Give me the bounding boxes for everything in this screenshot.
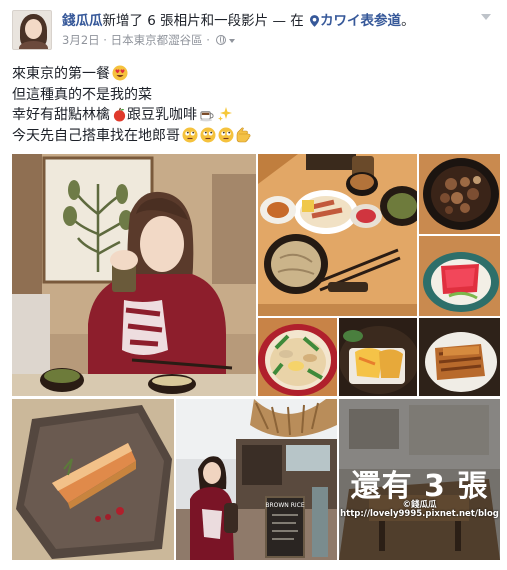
globe-icon[interactable]	[215, 35, 226, 45]
post-headline: 錢瓜瓜新增了 6 張相片和一段影片 — 在 カワイ表参道。	[62, 12, 415, 30]
sparkles-emoji-icon	[218, 107, 232, 121]
photo-more-overlay[interactable]: 還有 3 張 ©錢瓜瓜 http://lovely9995.pixnet.net…	[339, 399, 500, 560]
photo-grilled-dish[interactable]	[419, 318, 500, 396]
post-meta: 3月2日 · 日本東京都澀谷區 ·	[62, 33, 235, 48]
post-action-text: 新增了 6 張相片和一段影片 — 在	[102, 13, 304, 29]
privacy-caret-icon[interactable]	[228, 39, 235, 43]
avatar[interactable]	[12, 10, 52, 50]
body-line-1: 來東京的第一餐	[12, 64, 497, 85]
rolling-eyes-emoji-icon	[218, 127, 234, 142]
pointing-hand-emoji-icon	[236, 127, 251, 142]
photo-grid: BROWN RICE 還有 3 張 ©錢瓜瓜 http://lovely9995…	[12, 154, 500, 560]
body-line-2: 但這種真的不是我的菜	[12, 86, 152, 103]
post-date-link[interactable]: 3月2日	[62, 33, 100, 47]
location-link[interactable]: 日本東京都澀谷區	[111, 33, 203, 47]
coffee-emoji-icon	[199, 111, 214, 122]
chevron-down-icon[interactable]	[477, 12, 495, 26]
author-name-link[interactable]: 錢瓜瓜	[62, 13, 103, 29]
photo-noodle-bowl[interactable]	[258, 318, 337, 396]
photo-meal-set[interactable]	[258, 154, 417, 316]
watermark-url: http://lovely9995.pixnet.net/blog	[340, 509, 499, 519]
place-link[interactable]: カワイ表参道	[320, 13, 401, 29]
photo-simmered-dish[interactable]	[419, 154, 500, 234]
post-body: 來東京的第一餐 但這種真的不是我的菜 幸好有甜點林檎 跟豆乳咖啡 今天先自己搭車找…	[12, 64, 497, 146]
photo-rolled-omelet[interactable]	[339, 318, 417, 396]
post-header: 錢瓜瓜新增了 6 張相片和一段影片 — 在 カワイ表参道。 3月2日 · 日本東…	[12, 10, 497, 52]
photo-apple-tart[interactable]	[12, 399, 174, 560]
menu-board-text: BROWN RICE	[265, 502, 304, 509]
place-suffix: 。	[401, 13, 415, 29]
rolling-eyes-emoji-icon	[200, 127, 216, 142]
photo-pickles[interactable]	[419, 236, 500, 316]
body-line-3: 幸好有甜點林檎 跟豆乳咖啡	[12, 105, 497, 126]
photo-girl-restaurant[interactable]	[12, 154, 256, 396]
map-pin-icon	[310, 15, 320, 27]
photo-cafe-interior[interactable]: BROWN RICE	[176, 399, 337, 560]
heart-eyes-emoji-icon	[112, 65, 128, 81]
body-line-4: 今天先自己搭車找在地郎哥	[12, 126, 497, 147]
rolling-eyes-emoji-icon	[182, 127, 198, 142]
apple-emoji-icon	[113, 107, 126, 122]
